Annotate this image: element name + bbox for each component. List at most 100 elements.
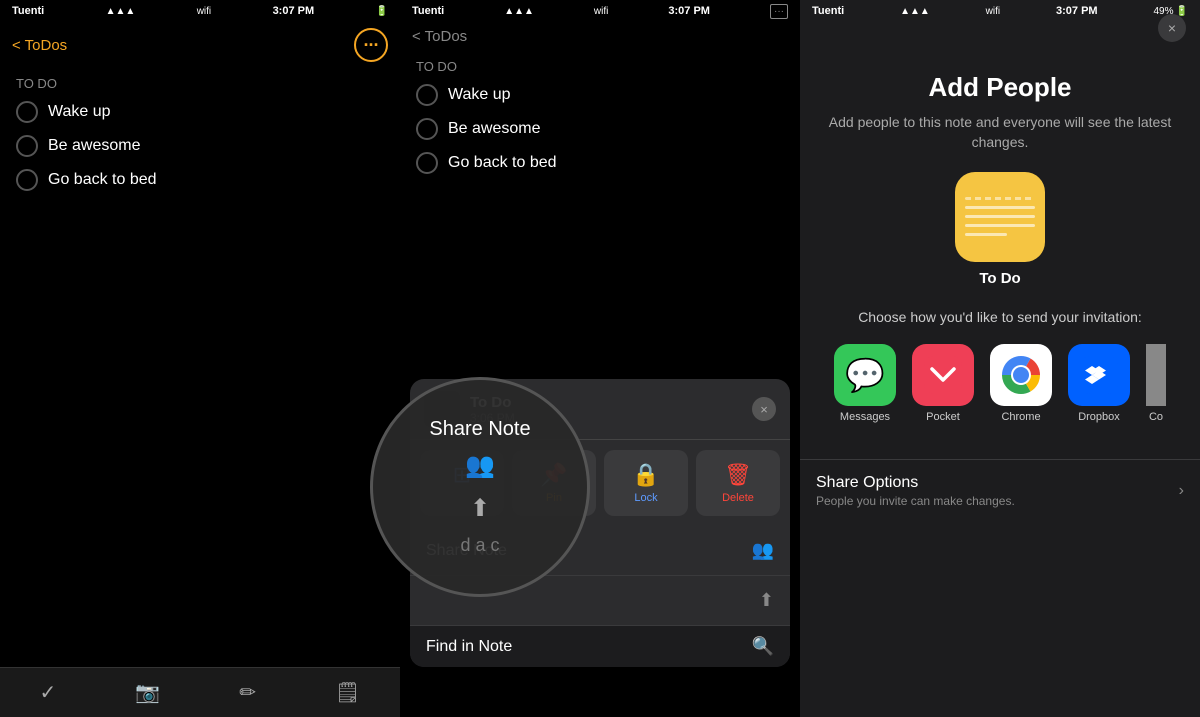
mag-people-icon: 👥 [465,451,495,480]
back-label-left: < ToDos [12,37,67,54]
lock-icon: 🔒 [632,462,659,488]
app-chrome[interactable]: Chrome [990,344,1052,423]
checkbox-2-left[interactable] [16,135,38,157]
note-line-3 [965,224,1035,227]
status-bar-left: Tuenti ▲▲▲ wifi 3:07 PM 🔋 [0,0,400,22]
time-right: 3:07 PM [1056,5,1098,17]
wifi-icon-right: wifi [986,6,1000,17]
messages-label: Messages [840,411,890,423]
delete-action-button[interactable]: 🗑 Delete [696,450,780,516]
nav-bar-left: < ToDos ··· [0,22,400,68]
share-options-row[interactable]: Share Options People you invite can make… [800,459,1200,522]
magnifier-circle: Share Note 👥 ⬆ d a c [370,377,590,597]
todo-text-1-mid: Wake up [448,86,511,104]
carrier-right: Tuenti [812,5,844,17]
messages-icon-box: 💬 [834,344,896,406]
add-people-subtitle: Add people to this note and everyone wil… [820,113,1180,152]
upload-icon: ⬆ [759,590,774,611]
camera-icon[interactable]: 📷 [135,680,160,705]
todo-text-2-left: Be awesome [48,137,141,155]
chrome-icon-box [990,344,1052,406]
share-options-title: Share Options [816,474,1015,492]
wifi-icon-left: wifi [197,6,211,17]
panel-middle: Tuenti ▲▲▲ wifi 3:07 PM ··· < ToDos To D… [400,0,800,717]
magnifier-content: Share Note 👥 ⬆ d a c [409,398,550,576]
todo-text-2-mid: Be awesome [448,120,541,138]
close-icon: × [1168,20,1176,36]
todo-item-2-mid: Be awesome [400,112,800,146]
todo-item-1-mid: Wake up [400,78,800,112]
battery-left: 🔋 [376,6,388,17]
pocket-icon-box [912,344,974,406]
pocket-svg [924,356,962,394]
status-bar-middle: Tuenti ▲▲▲ wifi 3:07 PM ··· [400,0,800,22]
delete-icon: 🗑 [724,462,752,488]
more-icon-box [1146,344,1166,406]
note-icon-container: To Do [820,172,1180,287]
signal-icon-right: ▲▲▲ [900,6,930,17]
dropbox-icon-box [1068,344,1130,406]
checkbox-1-mid[interactable] [416,84,438,106]
note-lines [965,197,1035,242]
note-app-title: To Do [979,270,1020,287]
signal-icon-middle: ▲▲▲ [504,6,534,17]
add-people-title: Add People [820,72,1180,103]
checkbox-3-mid[interactable] [416,152,438,174]
app-icons-row: 💬 Messages Pocket [820,344,1180,423]
dropbox-label: Dropbox [1078,411,1120,423]
more-label: Co [1149,411,1163,423]
time-left: 3:07 PM [273,5,315,17]
mag-share-text: Share Note [429,418,530,441]
lock-action-button[interactable]: 🔒 Lock [604,450,688,516]
menu-dots: ··· [364,35,379,56]
share-people-icon: 👥 [752,540,774,561]
wifi-icon-middle: wifi [594,6,608,17]
check-icon[interactable]: ✓ [40,680,57,705]
carrier-middle: Tuenti [412,5,444,17]
checkbox-3-left[interactable] [16,169,38,191]
context-close-button[interactable]: × [752,397,776,421]
menu-button-left[interactable]: ··· [354,28,388,62]
signal-icon-left: ▲▲▲ [106,6,136,17]
add-people-close-button[interactable]: × [1158,14,1186,42]
note-icon[interactable]: 🗒 [335,680,360,705]
share-options-subtitle: People you invite can make changes. [816,494,1015,508]
todo-text-3-mid: Go back to bed [448,154,557,172]
dropbox-svg [1080,356,1118,394]
section-header-left: To Do [0,68,400,95]
app-messages[interactable]: 💬 Messages [834,344,896,423]
note-app-icon [955,172,1045,262]
find-in-note-label: Find in Note [426,638,512,656]
bottom-toolbar-left: ✓ 📷 ✏ 🗒 [0,667,400,717]
delete-label: Delete [722,492,754,504]
mag-upload-icon: ⬆ [470,494,490,523]
search-icon: 🔍 [752,636,774,657]
panel-right: Tuenti ▲▲▲ wifi 3:07 PM 49% 🔋 × Add Peop… [800,0,1200,717]
menu-dots-middle[interactable]: ··· [770,4,788,19]
nav-bar-middle: < ToDos [400,22,800,51]
invite-text: Choose how you'd like to send your invit… [820,307,1180,328]
chrome-svg [997,351,1045,399]
back-button-middle[interactable]: < ToDos [412,28,467,45]
back-label-middle: < ToDos [412,28,467,45]
messages-icon: 💬 [845,356,885,394]
add-people-content: Add People Add people to this note and e… [800,22,1200,459]
compose-icon[interactable]: ✏ [239,680,256,705]
find-in-note-option[interactable]: Find in Note 🔍 [410,626,790,667]
note-line-2 [965,215,1035,218]
checkbox-2-mid[interactable] [416,118,438,140]
pocket-label: Pocket [926,411,960,423]
app-more[interactable]: Co [1146,344,1166,423]
app-dropbox[interactable]: Dropbox [1068,344,1130,423]
note-line-4 [965,233,1007,236]
todo-item-1-left: Wake up [0,95,400,129]
status-bar-right: Tuenti ▲▲▲ wifi 3:07 PM 49% 🔋 [800,0,1200,22]
share-options-info: Share Options People you invite can make… [816,474,1015,508]
app-pocket[interactable]: Pocket [912,344,974,423]
checkbox-1-left[interactable] [16,101,38,123]
chrome-label: Chrome [1001,411,1040,423]
todo-item-3-mid: Go back to bed [400,146,800,180]
back-button-left[interactable]: < ToDos [12,37,67,54]
todo-item-3-left: Go back to bed [0,163,400,197]
panel-left: Tuenti ▲▲▲ wifi 3:07 PM 🔋 < ToDos ··· To… [0,0,400,717]
